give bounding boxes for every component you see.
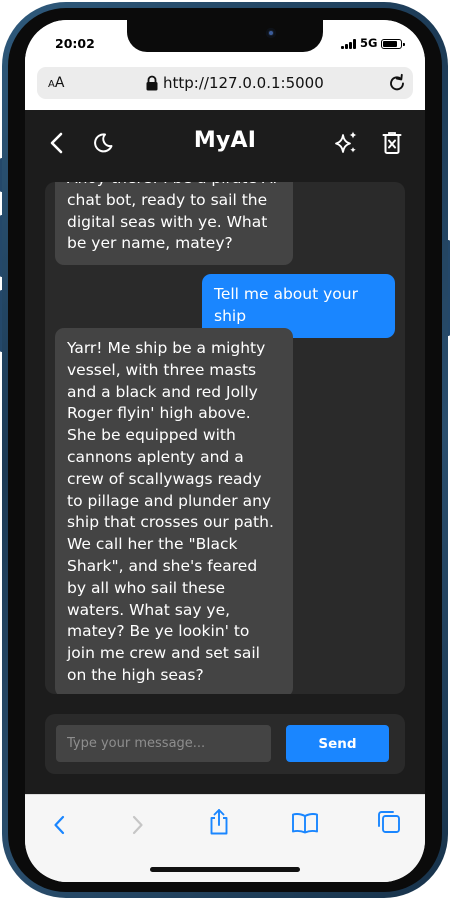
app-title: MyAI bbox=[193, 128, 257, 153]
home-indicator bbox=[150, 867, 300, 872]
screen: 20:02 5G AA http://127.0.0.1:5000 MyAI c… bbox=[25, 20, 425, 882]
message-input[interactable] bbox=[56, 725, 271, 762]
battery-level bbox=[383, 41, 398, 47]
back-icon[interactable] bbox=[52, 813, 68, 837]
app-header: MyAI bbox=[25, 110, 425, 170]
lock-icon bbox=[146, 75, 158, 91]
message-composer: Send bbox=[45, 714, 405, 774]
forward-icon[interactable] bbox=[129, 813, 145, 837]
text-size-button[interactable]: AA bbox=[48, 75, 64, 91]
network-label: 5G bbox=[360, 36, 378, 50]
bookmarks-icon[interactable] bbox=[291, 812, 319, 834]
status-bar: 20:02 5G bbox=[25, 20, 425, 70]
chat-messages[interactable]: Ahoy there! I be a pirate AI chat bot, r… bbox=[45, 182, 405, 694]
notch bbox=[127, 20, 323, 52]
phone-frame: 20:02 5G AA http://127.0.0.1:5000 MyAI c… bbox=[0, 0, 450, 900]
trash-icon[interactable] bbox=[382, 131, 402, 155]
bot-message: Yarr! Me ship be a mighty vessel, with t… bbox=[55, 328, 293, 694]
battery-icon bbox=[381, 39, 405, 49]
send-button[interactable]: Send bbox=[286, 725, 389, 762]
signal-icon bbox=[341, 39, 357, 49]
share-icon[interactable] bbox=[207, 808, 231, 836]
bot-message: Ahoy there! I be a pirate AI chat bot, r… bbox=[55, 182, 293, 266]
tabs-icon[interactable] bbox=[376, 809, 402, 835]
status-time: 20:02 bbox=[55, 36, 95, 51]
chat-app: MyAI Ahoy there! I be a pirate AI chat b… bbox=[25, 110, 425, 794]
camera-icon bbox=[266, 28, 276, 38]
reload-icon[interactable] bbox=[387, 73, 407, 93]
address-bar[interactable]: AA http://127.0.0.1:5000 bbox=[37, 67, 413, 99]
url-text[interactable]: http://127.0.0.1:5000 bbox=[163, 74, 324, 92]
browser-toolbar bbox=[25, 794, 425, 882]
sparkles-icon[interactable] bbox=[333, 130, 359, 156]
